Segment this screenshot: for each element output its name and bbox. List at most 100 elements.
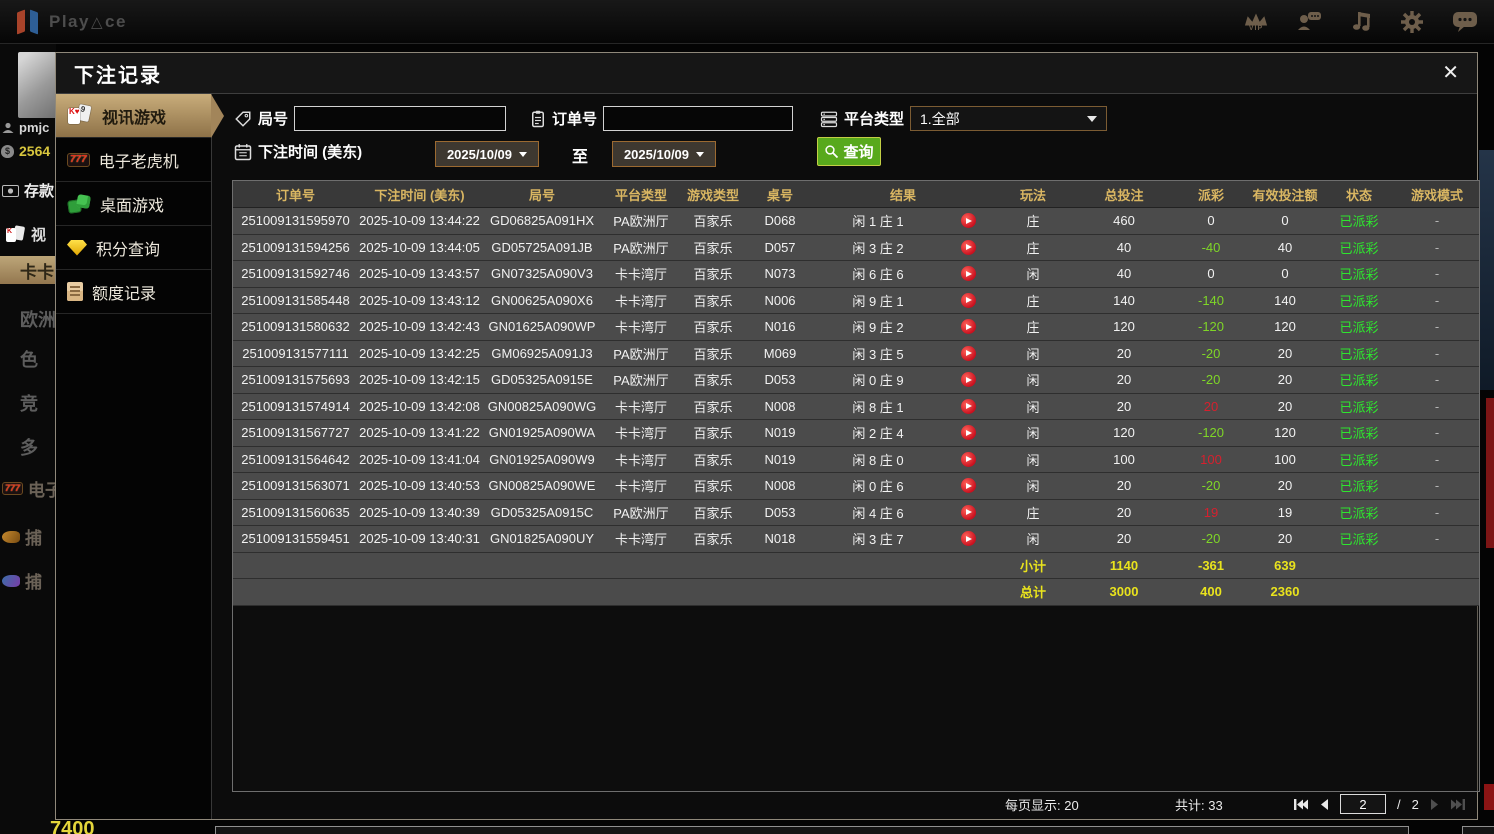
settings-gear-icon[interactable] (1400, 10, 1424, 34)
music-icon[interactable] (1350, 10, 1372, 34)
cell-result: 闲 8 庄 0 (813, 450, 943, 469)
table-row: 251009131567727 2025-10-09 13:41:22 GN01… (233, 420, 1479, 447)
search-button[interactable]: 查询 (817, 137, 881, 166)
cell-round-id: GD06825A091HX (481, 213, 603, 228)
order-input[interactable] (603, 106, 793, 131)
tab-table-games[interactable]: 桌面游戏 (56, 182, 211, 226)
replay-button[interactable] (943, 531, 993, 546)
date-from-picker[interactable]: 2025/10/09 (435, 141, 539, 167)
replay-button[interactable] (943, 478, 993, 493)
replay-button[interactable] (943, 240, 993, 255)
cell-total-bet: 40 (1073, 266, 1175, 281)
cell-payout: -20 (1175, 531, 1247, 546)
cell-total-bet: 460 (1073, 213, 1175, 228)
cell-play-method: 闲 (993, 423, 1073, 442)
cell-payout: -40 (1175, 240, 1247, 255)
cell-bet-time: 2025-10-09 13:42:25 (358, 346, 481, 361)
cell-payout: -20 (1175, 478, 1247, 493)
playace-logo-icon (16, 9, 40, 35)
chat-icon[interactable] (1452, 10, 1478, 34)
replay-button[interactable] (943, 399, 993, 414)
cell-round-id: GN01825A090UY (481, 531, 603, 546)
cell-play-method: 闲 (993, 450, 1073, 469)
cell-platform: 卡卡湾厅 (603, 291, 679, 310)
cell-total-bet: 20 (1073, 478, 1175, 493)
bg-menu-se[interactable]: 色 (20, 346, 38, 372)
deposit-button[interactable]: 存款 (2, 180, 54, 201)
cell-round-id: GN00625A090X6 (481, 293, 603, 308)
bg-menu-jing[interactable]: 竞 (20, 390, 38, 416)
replay-button[interactable] (943, 346, 993, 361)
cell-order-id: 251009131560635 (233, 505, 358, 520)
replay-button[interactable] (943, 505, 993, 520)
bg-menu-video[interactable]: K 视 (6, 224, 46, 245)
cell-valid-bet: 20 (1247, 478, 1323, 493)
cell-game-type: 百家乐 (679, 291, 747, 310)
tab-points-query[interactable]: 积分查询 (56, 226, 211, 270)
cell-total-bet: 20 (1073, 346, 1175, 361)
tab-label: 视讯游戏 (102, 104, 166, 128)
platform-select[interactable]: 1.全部 (910, 106, 1107, 131)
cell-total-bet: 20 (1073, 372, 1175, 387)
table-row: 251009131559451 2025-10-09 13:40:31 GN01… (233, 526, 1479, 553)
cell-game-mode: - (1395, 266, 1479, 281)
replay-button[interactable] (943, 452, 993, 467)
platform-selected-value: 1.全部 (920, 109, 960, 129)
cell-game-type: 百家乐 (679, 529, 747, 548)
total-valid-bet: 2360 (1247, 584, 1323, 599)
cell-play-method: 闲 (993, 264, 1073, 283)
balance-row: $ 2564 (1, 143, 50, 159)
calendar-icon (234, 143, 252, 161)
cell-platform: PA欧洲厅 (603, 211, 679, 230)
bg-menu-slots[interactable]: 777 电子 (2, 476, 56, 501)
cell-valid-bet: 120 (1247, 425, 1323, 440)
pagination: / 2 (1294, 791, 1465, 817)
cell-table-no: N016 (747, 319, 813, 334)
document-icon (67, 282, 83, 301)
background-bottom-panel (1462, 826, 1494, 834)
cell-table-no: N019 (747, 452, 813, 467)
cell-status: 已派彩 (1323, 317, 1395, 336)
page-total: 2 (1412, 797, 1419, 812)
cell-platform: 卡卡湾厅 (603, 529, 679, 548)
per-page-label: 每页显示: 20 (1005, 795, 1079, 814)
first-page-button[interactable] (1294, 798, 1308, 811)
order-filter: 订单号 (530, 106, 793, 131)
prev-page-button[interactable] (1319, 798, 1329, 811)
table-row: 251009131580632 2025-10-09 13:42:43 GN01… (233, 314, 1479, 341)
customer-service-icon[interactable] (1296, 10, 1322, 34)
tab-slots[interactable]: 777 电子老虎机 (56, 138, 211, 182)
replay-button[interactable] (943, 266, 993, 281)
play-icon (961, 531, 976, 546)
playace-logo-text: Play△ce (49, 12, 127, 32)
bg-menu-europe[interactable]: 欧洲 (20, 306, 56, 332)
last-page-button[interactable] (1451, 798, 1465, 811)
round-input[interactable] (294, 106, 506, 131)
cell-game-type: 百家乐 (679, 397, 747, 416)
tab-video-games[interactable]: 9 K♥ 视讯游戏 (56, 94, 211, 138)
bg-menu-fishing-2[interactable]: 捕 (2, 568, 42, 593)
play-icon (961, 240, 976, 255)
page-number-input[interactable] (1340, 794, 1386, 814)
background-bottom-panel (215, 826, 1409, 834)
next-page-button[interactable] (1430, 798, 1440, 811)
bg-menu-kaka-selected[interactable]: 卡卡 (0, 256, 56, 284)
replay-button[interactable] (943, 425, 993, 440)
balance-value: 2564 (19, 143, 50, 159)
col-mode: 游戏模式 (1395, 185, 1479, 204)
cell-round-id: GD05725A091JB (481, 240, 603, 255)
cell-payout: -140 (1175, 293, 1247, 308)
replay-button[interactable] (943, 213, 993, 228)
date-to-picker[interactable]: 2025/10/09 (612, 141, 716, 167)
bg-menu-duo[interactable]: 多 (20, 434, 38, 460)
platform-filter: 平台类型 1.全部 (820, 106, 1107, 131)
replay-button[interactable] (943, 319, 993, 334)
replay-button[interactable] (943, 372, 993, 387)
table-row: 251009131595970 2025-10-09 13:44:22 GD06… (233, 208, 1479, 235)
bg-menu-fishing-1[interactable]: 捕 (2, 524, 42, 549)
close-icon[interactable]: ✕ (1442, 63, 1459, 83)
tab-credit-records[interactable]: 额度记录 (56, 270, 211, 314)
replay-button[interactable] (943, 293, 993, 308)
cell-bet-time: 2025-10-09 13:44:05 (358, 240, 481, 255)
vip-icon[interactable]: VIP (1244, 12, 1268, 32)
